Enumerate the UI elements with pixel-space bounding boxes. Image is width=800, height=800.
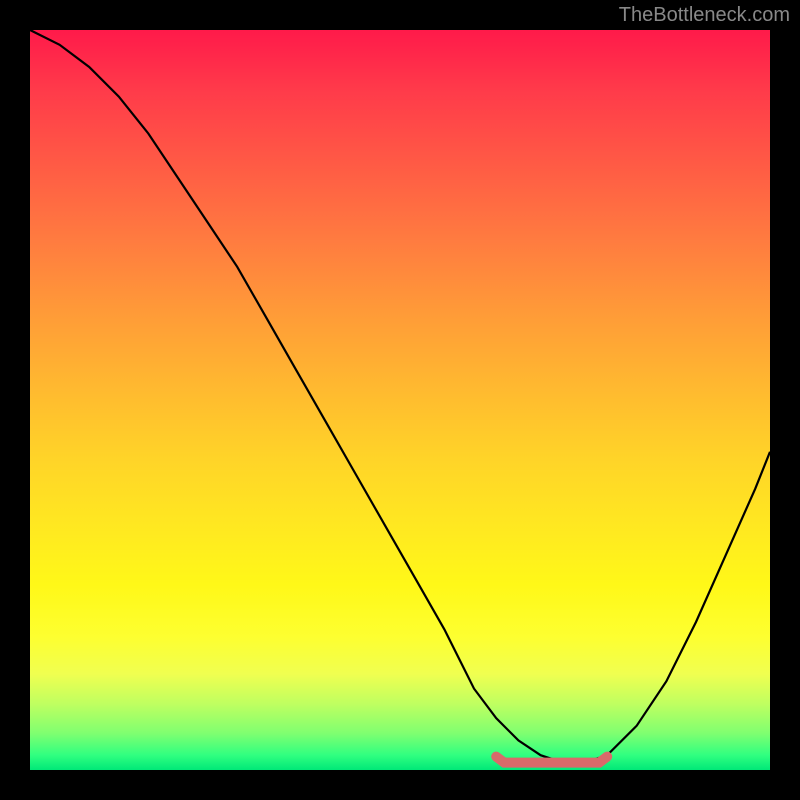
bottleneck-curve — [30, 30, 770, 770]
chart-plot-area — [30, 30, 770, 770]
attribution-text: TheBottleneck.com — [619, 4, 790, 27]
